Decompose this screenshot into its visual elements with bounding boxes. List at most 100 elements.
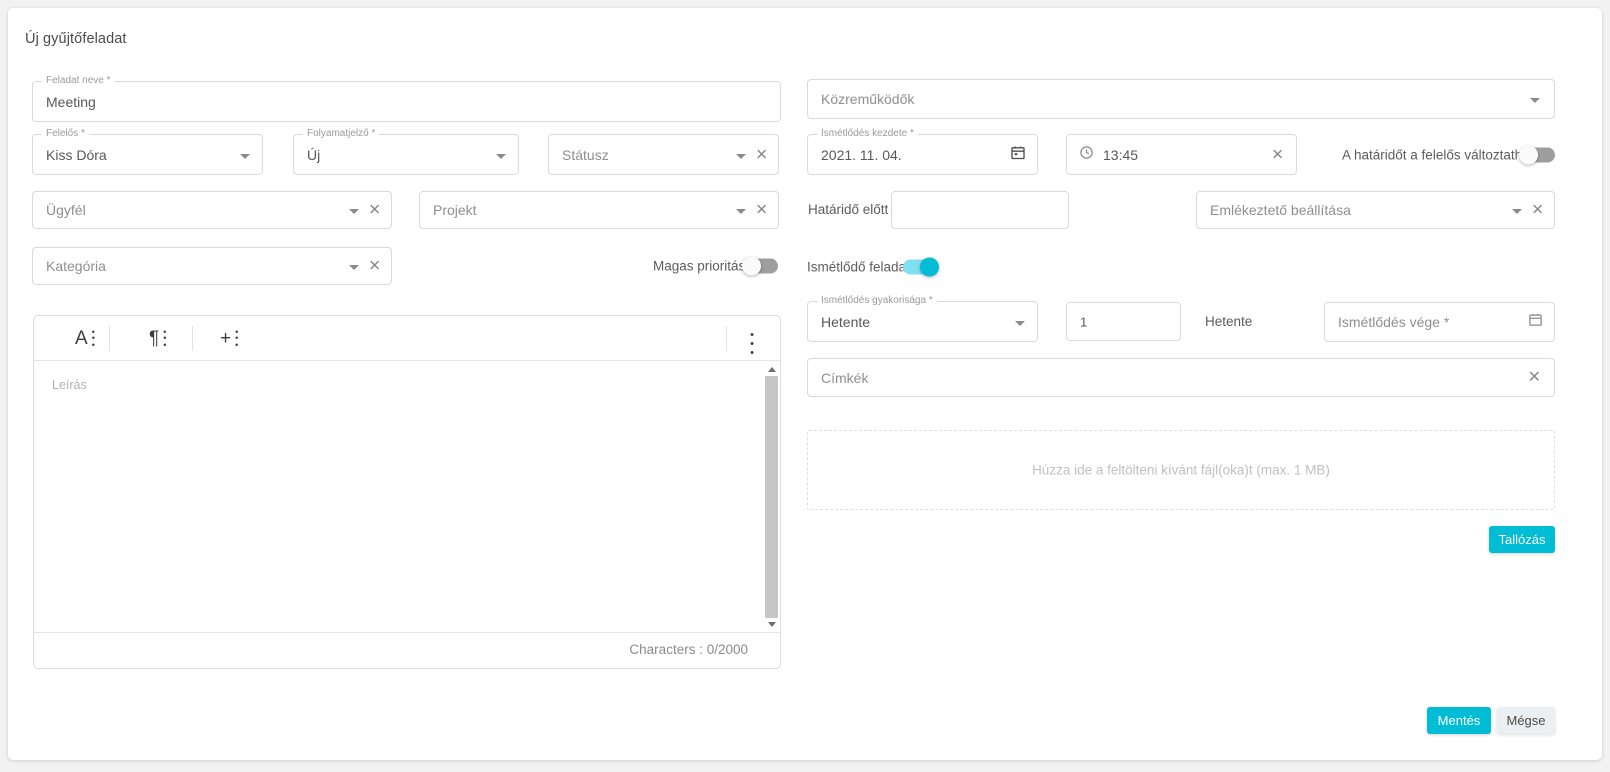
toolbar-divider	[726, 326, 727, 351]
paragraph-icon: ¶	[149, 328, 160, 349]
recurring-task-toggle[interactable]	[903, 257, 939, 277]
task-name-label: Feladat neve *	[42, 75, 115, 87]
time-value: 13:45	[1103, 146, 1139, 163]
paragraph-button[interactable]: ¶ • • •	[135, 324, 180, 353]
repeat-interval-value: 1	[1080, 314, 1088, 329]
before-deadline-label: Határidő előtt	[808, 202, 889, 217]
repeat-start-date-label: Ismétlődés kezdete *	[817, 128, 918, 140]
chevron-dots-icon: • • •	[163, 326, 167, 350]
toggle-knob	[1519, 145, 1538, 164]
collaborators-placeholder: Közreműködők	[821, 91, 915, 107]
status-field[interactable]: Státusz ✕	[548, 134, 779, 175]
reminder-field[interactable]: Emlékeztető beállítása ✕	[1196, 191, 1555, 229]
text-style-icon: A	[75, 328, 88, 349]
repeat-frequency-field[interactable]: Ismétlődés gyakorisága * Hetente	[807, 295, 1038, 342]
character-counter: Characters : 0/2000	[629, 642, 748, 657]
client-placeholder: Ügyfél	[46, 202, 86, 218]
cancel-button-label: Mégse	[1506, 713, 1546, 728]
page-title: Új gyűjtőfeladat	[25, 31, 127, 47]
save-button-label: Mentés	[1437, 713, 1481, 728]
file-dropzone[interactable]: Húzza ide a feltölteni kívánt fájl(oka)t…	[807, 430, 1555, 510]
process-state-value: Új	[307, 146, 321, 163]
responsible-label: Felelős *	[42, 128, 89, 140]
task-name-field[interactable]: Feladat neve * Meeting	[32, 75, 781, 122]
responsible-field[interactable]: Felelős * Kiss Dóra	[32, 128, 263, 175]
save-button[interactable]: Mentés	[1427, 707, 1491, 734]
repeat-end-field[interactable]: Ismétlődés vége *	[1324, 302, 1555, 342]
insert-button[interactable]: + • • •	[206, 324, 252, 353]
scroll-down-icon[interactable]	[764, 618, 779, 632]
description-editor[interactable]: A • • • ¶ • • • + • • • • • • Leírás Cha…	[33, 315, 781, 669]
dropzone-text: Húzza ide a feltölteni kívánt fájl(oka)t…	[1032, 462, 1330, 478]
description-textarea[interactable]: Leírás	[34, 361, 780, 633]
project-field[interactable]: Projekt ✕	[419, 191, 779, 229]
deadline-changeable-toggle[interactable]	[1519, 145, 1555, 164]
process-state-label: Folyamatjelző *	[303, 128, 380, 140]
chevron-down-icon[interactable]	[349, 265, 359, 270]
chevron-down-icon[interactable]	[1530, 98, 1540, 103]
tags-field[interactable]: Címkék ✕	[807, 358, 1555, 397]
chevron-down-icon[interactable]	[1512, 209, 1522, 214]
recurring-task-label: Ismétlődő feladat	[807, 259, 910, 275]
chevron-down-icon[interactable]	[349, 209, 359, 214]
category-placeholder: Kategória	[46, 258, 106, 274]
high-priority-toggle[interactable]	[742, 256, 778, 276]
toggle-knob	[920, 257, 939, 277]
collaborators-field[interactable]: Közreműködők	[807, 79, 1555, 119]
editor-scrollbar[interactable]	[764, 362, 779, 632]
clear-icon[interactable]: ✕	[368, 203, 381, 218]
more-options-icon[interactable]: • • •	[750, 330, 754, 358]
description-placeholder: Leírás	[52, 378, 87, 392]
scrollbar-thumb[interactable]	[765, 376, 778, 618]
chevron-down-icon[interactable]	[736, 153, 746, 159]
client-field[interactable]: Ügyfél ✕	[32, 191, 392, 229]
time-field[interactable]: 13:45 ✕	[1066, 134, 1297, 175]
browse-button-label: Tallózás	[1498, 532, 1546, 547]
chevron-down-icon[interactable]	[736, 209, 746, 214]
cancel-button[interactable]: Mégse	[1497, 707, 1555, 734]
new-task-dialog: Új gyűjtőfeladat Feladat neve * Meeting …	[8, 8, 1602, 760]
calendar-icon[interactable]	[1010, 144, 1026, 165]
tags-placeholder: Címkék	[821, 369, 869, 386]
clear-icon[interactable]: ✕	[755, 203, 768, 218]
chevron-dots-icon: • • •	[235, 326, 239, 350]
clear-icon[interactable]: ✕	[368, 259, 381, 274]
app-root: Új gyűjtőfeladat Feladat neve * Meeting …	[0, 0, 1610, 772]
repeat-start-date-field[interactable]: Ismétlődés kezdete * 2021. 11. 04.	[807, 128, 1038, 175]
recurring-task-toggle-group[interactable]: Ismétlődő feladat	[807, 249, 939, 285]
toolbar-divider	[109, 326, 110, 351]
editor-footer: Characters : 0/2000	[34, 632, 780, 668]
clear-icon[interactable]: ✕	[1531, 203, 1544, 218]
repeat-unit-label: Hetente	[1205, 314, 1253, 329]
editor-toolbar: A • • • ¶ • • • + • • • • • •	[34, 316, 780, 361]
process-state-field[interactable]: Folyamatjelző * Új	[293, 128, 519, 175]
toolbar-divider	[192, 326, 193, 351]
chevron-down-icon[interactable]	[1015, 320, 1025, 326]
deadline-changeable-toggle-group[interactable]: A határidőt a felelős változtathatja	[1342, 134, 1555, 175]
deadline-changeable-label: A határidőt a felelős változtathatja	[1342, 147, 1544, 162]
chevron-down-icon[interactable]	[496, 153, 506, 159]
toggle-knob	[742, 256, 761, 276]
plus-icon: +	[220, 328, 232, 349]
browse-button[interactable]: Tallózás	[1489, 526, 1555, 553]
clear-icon[interactable]: ✕	[1528, 369, 1541, 386]
clear-icon[interactable]: ✕	[1271, 147, 1284, 162]
high-priority-label: Magas prioritású	[653, 258, 753, 274]
category-field[interactable]: Kategória ✕	[32, 247, 392, 285]
clear-icon[interactable]: ✕	[755, 147, 768, 162]
chevron-dots-icon: • • •	[91, 326, 95, 350]
repeat-interval-field[interactable]: 1	[1066, 302, 1181, 341]
clock-icon	[1079, 145, 1094, 165]
text-style-button[interactable]: A • • •	[61, 324, 109, 353]
task-name-value: Meeting	[46, 93, 96, 110]
high-priority-toggle-group[interactable]: Magas prioritású	[653, 247, 781, 285]
chevron-down-icon[interactable]	[240, 153, 250, 159]
repeat-frequency-label: Ismétlődés gyakorisága *	[817, 295, 937, 307]
repeat-start-date-value: 2021. 11. 04.	[821, 146, 902, 163]
before-deadline-field[interactable]	[891, 191, 1069, 229]
reminder-placeholder: Emlékeztető beállítása	[1210, 202, 1351, 218]
responsible-value: Kiss Dóra	[46, 146, 107, 163]
scroll-up-icon[interactable]	[764, 362, 779, 376]
repeat-frequency-value: Hetente	[821, 313, 871, 330]
calendar-icon[interactable]	[1528, 312, 1543, 332]
